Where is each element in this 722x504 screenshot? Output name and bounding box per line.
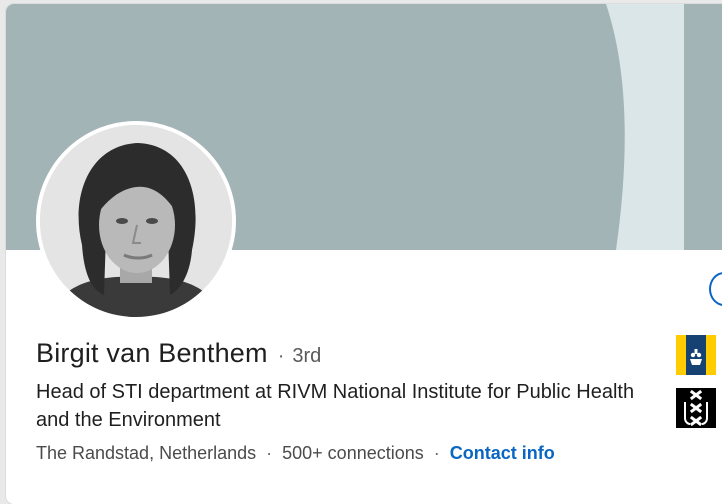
name-row: Birgit van Benthem · 3rd (36, 338, 321, 369)
contact-info-link[interactable]: Contact info (450, 443, 555, 463)
profile-meta-row: The Randstad, Netherlands · 500+ connectio… (36, 443, 555, 464)
rijksoverheid-logo-icon (676, 335, 716, 375)
open-to-button-edge[interactable] (709, 272, 722, 306)
uva-logo-icon (676, 388, 716, 428)
uva-logo[interactable] (676, 388, 716, 428)
profile-headline: Head of STI department at RIVM National … (36, 381, 635, 431)
degree-separator: · (277, 345, 285, 367)
meta-separator: · (433, 443, 440, 463)
rijksoverheid-logo[interactable] (676, 335, 716, 375)
profile-top-card: Birgit van Benthem · 3rd Head of STI dep… (6, 4, 722, 504)
meta-separator: · (266, 443, 273, 463)
connection-degree: 3rd (292, 345, 322, 367)
profile-photo-image (40, 125, 232, 317)
profile-photo[interactable] (36, 121, 236, 321)
profile-name: Birgit van Benthem (36, 338, 268, 368)
profile-location: The Randstad, Netherlands (36, 443, 257, 463)
connections-count[interactable]: 500+ connections (282, 443, 424, 463)
